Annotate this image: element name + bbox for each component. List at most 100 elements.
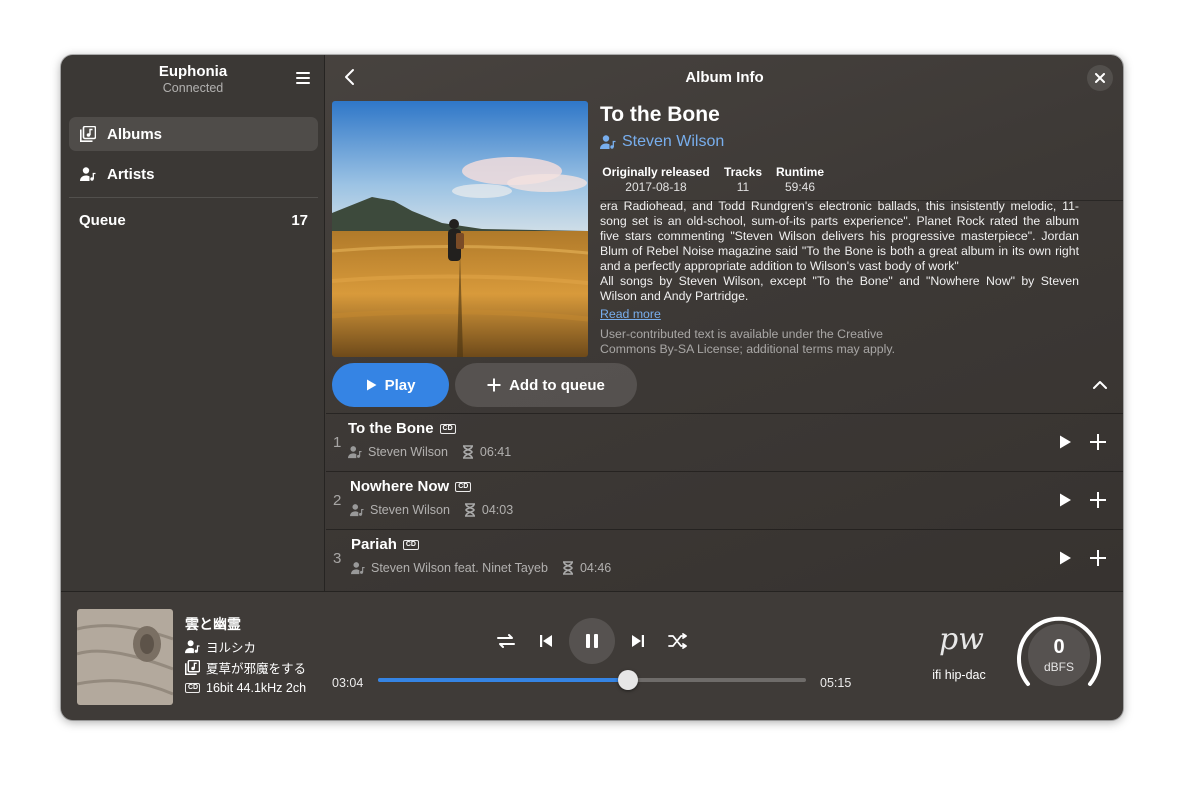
sidebar-item-albums[interactable]: Albums (69, 117, 318, 151)
now-playing-title: 雲と幽霊 (185, 616, 241, 632)
output-device-name: ifi hip-dac (932, 668, 986, 682)
add-track-icon[interactable] (1089, 491, 1107, 509)
level-value: 0 (1053, 636, 1065, 658)
track-row[interactable]: 2 Nowhere Now CD Steven Wilson 04:03 (326, 471, 1123, 529)
add-to-queue-label: Add to queue (509, 376, 605, 394)
sidebar: Euphonia Connected Albums Artists Queue … (61, 55, 325, 591)
artist-icon (350, 504, 364, 517)
play-track-icon[interactable] (1057, 550, 1073, 566)
track-title-text: To the Bone (348, 420, 434, 437)
hamburger-menu-icon[interactable] (293, 69, 313, 87)
hourglass-icon (462, 445, 473, 459)
track-artist: Steven Wilson (370, 503, 450, 517)
queue-label: Queue (79, 211, 126, 229)
album-description: era Radiohead, and Todd Rundgren's elect… (600, 199, 1079, 304)
previous-track-icon[interactable] (535, 630, 557, 652)
tracks-field: Tracks 11 (722, 165, 764, 194)
level-unit: dBFS (1043, 660, 1074, 674)
now-playing-cover-image[interactable] (77, 609, 173, 705)
runtime-value: 59:46 (784, 180, 816, 194)
read-more-link[interactable]: Read more (600, 307, 661, 321)
page-title: Album Info (685, 69, 764, 86)
track-title-text: Pariah (351, 536, 397, 553)
album-title: To the Bone (600, 103, 720, 126)
track-number: 1 (333, 434, 342, 451)
release-date-field: Originally released 2017-08-18 (600, 165, 712, 194)
seek-slider[interactable] (378, 670, 806, 690)
seek-handle[interactable] (617, 670, 638, 690)
now-playing-artist: ヨルシカ (206, 641, 257, 655)
album-artist-name: Steven Wilson (622, 133, 725, 150)
track-number: 3 (333, 550, 342, 567)
add-track-icon[interactable] (1089, 549, 1107, 567)
runtime-label: Runtime (776, 165, 824, 179)
add-track-icon[interactable] (1089, 433, 1107, 451)
tracks-value: 11 (736, 180, 750, 194)
cd-quality-icon: CD (455, 481, 472, 492)
sidebar-item-queue[interactable]: Queue 17 (69, 205, 318, 235)
cd-quality-icon: CD (439, 423, 456, 434)
track-row[interactable]: 3 Pariah CD Steven Wilson feat. Ninet Ta… (326, 529, 1123, 587)
sidebar-divider (69, 197, 318, 198)
release-date-label: Originally released (602, 165, 710, 179)
release-date-value: 2017-08-18 (625, 180, 687, 194)
track-duration: 04:46 (579, 561, 612, 575)
albums-icon (69, 126, 107, 142)
track-meta: Steven Wilson 04:03 (350, 503, 513, 517)
track-title: Pariah CD (351, 536, 419, 553)
play-track-icon[interactable] (1057, 434, 1073, 450)
hourglass-icon (562, 561, 573, 575)
artist-icon (600, 135, 616, 149)
collapse-chevron-up-icon[interactable] (1090, 375, 1110, 395)
play-icon (366, 379, 377, 391)
track-duration: 04:03 (481, 503, 514, 517)
queue-count: 17 (291, 211, 308, 229)
app-title: Euphonia (158, 63, 228, 80)
hourglass-icon (464, 503, 475, 517)
track-duration: 06:41 (479, 445, 512, 459)
elapsed-time: 03:04 (332, 676, 364, 690)
track-number: 2 (333, 492, 342, 509)
add-to-queue-button[interactable]: Add to queue (455, 363, 637, 407)
description-paragraph: era Radiohead, and Todd Rundgren's elect… (600, 199, 1079, 273)
artist-icon (69, 166, 107, 182)
shuffle-icon[interactable] (667, 630, 689, 652)
sidebar-item-label: Artists (107, 165, 155, 183)
next-track-icon[interactable] (627, 630, 649, 652)
now-playing-format-row: CD 16bit 44.1kHz 2ch (185, 681, 306, 695)
cd-quality-icon: CD (402, 539, 419, 550)
track-title-text: Nowhere Now (350, 478, 450, 495)
close-button[interactable] (1087, 65, 1113, 91)
album-cover-image (332, 101, 588, 357)
artist-icon (351, 562, 365, 575)
pause-button[interactable] (569, 618, 615, 664)
app-window: Euphonia Connected Albums Artists Queue … (61, 55, 1123, 720)
track-title: To the Bone CD (348, 420, 456, 437)
album-info-pane: Album Info To the Bone Steven Wilson Ori… (326, 55, 1123, 591)
sidebar-item-label: Albums (107, 125, 163, 143)
plus-icon (487, 378, 501, 392)
repeat-icon[interactable] (495, 630, 517, 652)
track-artist: Steven Wilson (368, 445, 448, 459)
play-album-button[interactable]: Play (332, 363, 449, 407)
artist-icon (185, 640, 200, 654)
play-label: Play (384, 376, 416, 394)
volume-level-meter[interactable]: 0 dBFS (1014, 610, 1104, 700)
track-meta: Steven Wilson 06:41 (348, 445, 511, 459)
artist-icon (348, 446, 362, 459)
album-artist-link[interactable]: Steven Wilson (600, 133, 724, 151)
connection-status: Connected (162, 81, 224, 95)
track-artist: Steven Wilson feat. Ninet Tayeb (371, 561, 548, 575)
now-playing-format: 16bit 44.1kHz 2ch (206, 681, 307, 695)
sidebar-item-artists[interactable]: Artists (69, 157, 318, 191)
play-track-icon[interactable] (1057, 492, 1073, 508)
track-row[interactable]: 1 To the Bone CD Steven Wilson 06:41 (326, 413, 1123, 471)
runtime-field: Runtime 59:46 (774, 165, 826, 194)
now-playing-album-row: 夏草が邪魔をする (185, 658, 306, 677)
now-playing-album: 夏草が邪魔をする (206, 662, 307, 676)
tracks-label: Tracks (723, 165, 763, 179)
pipewire-logo-icon: pw (939, 622, 984, 657)
pause-icon (586, 634, 598, 648)
total-time: 05:15 (820, 676, 852, 690)
track-title: Nowhere Now CD (350, 478, 472, 495)
